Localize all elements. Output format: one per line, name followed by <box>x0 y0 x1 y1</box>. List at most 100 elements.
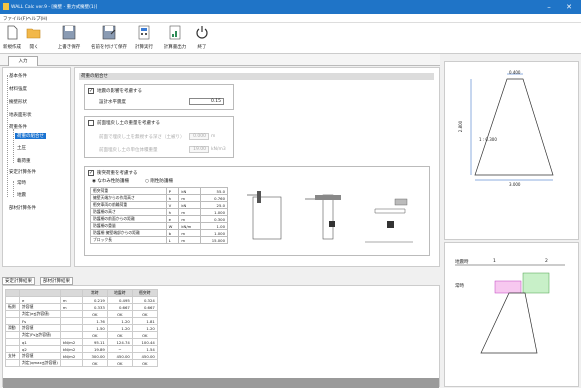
param-value-cell[interactable]: 0.300 <box>200 215 228 223</box>
param-value-cell[interactable]: 55.0 <box>200 187 228 195</box>
tab-input[interactable]: 入力 <box>8 56 38 66</box>
results-cell: OK <box>81 310 108 318</box>
close-button[interactable]: ✕ <box>561 2 577 12</box>
save-button[interactable]: 上書き保存 <box>57 25 81 52</box>
results-cell: 1.20 <box>106 324 133 332</box>
front-depth-input[interactable]: 0.000 <box>189 133 209 140</box>
exit-button[interactable]: 終了 <box>193 25 211 52</box>
radio-rigid-label: 剛性防護柵 <box>150 179 173 184</box>
results-cell: OK <box>131 331 158 339</box>
front-weight-label: 前面埋戻し土の単位体積重量 <box>99 148 158 153</box>
results-cell: m <box>59 303 83 311</box>
results-cell: 0.333 <box>81 303 108 311</box>
param-value-cell[interactable]: 25.0 <box>200 201 228 209</box>
param-row: 防護柵の前面からの距離 e m 0.300 <box>90 215 228 223</box>
results-row: Fs 1.76 1.20 1.81 <box>5 317 158 325</box>
results-row: 判定(e≦許容値) OK OK OK <box>5 310 158 318</box>
param-row: 防護柵 擁壁端部からの距離 b m 1.000 <box>90 229 228 237</box>
run-calc-label: 計算実行 <box>135 45 153 50</box>
param-value-cell[interactable]: 1.000 <box>200 208 228 216</box>
menu-help[interactable]: ヘルプ(H) <box>27 16 47 22</box>
results-panel: 常時 地震時 衝突時 e m 0.219 0.495 0.324 転倒 許容値 m 0.333 0… <box>2 285 440 388</box>
tree-item-earth-pressure[interactable]: 土圧 <box>17 145 26 151</box>
front-weight-input[interactable]: 19.00 <box>189 146 209 153</box>
kh-input[interactable]: 0.15 <box>189 98 224 105</box>
report-icon <box>169 25 181 40</box>
collision-checkbox[interactable]: ✓ <box>88 170 94 176</box>
results-cell: 許容値 <box>19 352 61 360</box>
radio-flexible[interactable]: ◉ なわみ性防護柵 <box>92 178 129 184</box>
new-button[interactable]: 新規作成 <box>2 25 22 52</box>
tree-item-seismic[interactable]: 地震 <box>17 192 26 198</box>
tab-stability-results[interactable]: 安定計算結果 <box>2 277 35 285</box>
quake-checkbox[interactable]: ✓ <box>88 88 94 94</box>
front-weight-unit: kN/m3 <box>211 147 226 152</box>
param-value-cell[interactable]: 1.000 <box>200 229 228 237</box>
results-cell: q2 <box>19 345 61 353</box>
load-diagram <box>455 264 565 354</box>
tab-member-results[interactable]: 部材計算結果 <box>40 277 73 285</box>
radio-flexible-label: なわみ性防護柵 <box>97 179 129 184</box>
results-cell: 1.20 <box>106 317 133 325</box>
param-cell: m <box>178 236 202 244</box>
save-icon <box>62 25 76 40</box>
barrier-diagram <box>247 191 413 243</box>
radio-rigid[interactable]: ○ 剛性防護柵 <box>145 178 173 184</box>
top-width-label: 0.400 <box>509 70 521 75</box>
param-cell: W <box>165 222 180 230</box>
run-calc-button[interactable]: 計算実行 <box>132 25 156 52</box>
param-cell: kN/m <box>178 222 202 230</box>
col-seismic: 地震時 <box>106 289 133 297</box>
report-button[interactable]: 計算書出力 <box>160 25 190 52</box>
menu-file[interactable]: ファイル(F) <box>3 16 27 22</box>
front-checkbox[interactable] <box>88 120 94 126</box>
results-cell <box>5 317 20 325</box>
param-cell: kN <box>178 187 202 195</box>
results-cell: 0.324 <box>131 296 158 304</box>
results-cell: 95.11 <box>81 338 108 346</box>
results-cell: 判定(Fs≧許容値) <box>19 331 61 339</box>
results-cell <box>5 296 20 304</box>
results-cell <box>5 359 20 367</box>
param-value-cell[interactable]: 15.000 <box>200 236 228 244</box>
open-button[interactable]: 開く <box>24 25 44 52</box>
results-cell: OK <box>106 331 133 339</box>
tree-item-load[interactable]: 荷重条件 <box>9 124 27 130</box>
results-row: 判定(qmax≦許容値) OK OK OK <box>5 359 158 367</box>
tree-item-stability[interactable]: 安定計算条件 <box>9 169 36 175</box>
tree-line <box>13 129 14 163</box>
results-cell: 判定(qmax≦許容値) <box>19 359 61 367</box>
save-button-label: 上書き保存 <box>57 45 81 50</box>
results-cell <box>59 317 83 325</box>
results-cell: e <box>19 296 61 304</box>
results-cell: OK <box>81 331 108 339</box>
tree-item-material[interactable]: 材料強度 <box>9 86 27 92</box>
minimize-button[interactable]: – <box>541 2 557 12</box>
tree-item-load-combination[interactable]: 荷重の組合せ <box>15 133 46 139</box>
param-row: 衝突荷重 PkN 55.0 <box>90 187 228 195</box>
results-row: 判定(Fs≧許容値) OK OK OK <box>5 331 158 339</box>
param-cell: kN <box>178 201 202 209</box>
tree-item-normal[interactable]: 常時 <box>17 180 26 186</box>
save-as-button[interactable]: 名前を付けて保存 <box>89 25 129 52</box>
param-cell: 衝突荷重 <box>90 187 167 195</box>
tree-item-member[interactable]: 部材計算条件 <box>9 205 36 211</box>
param-value-cell[interactable]: 0.760 <box>200 194 228 202</box>
wall-section-panel: 0.400 2.800 1 : 0.300 3.000 <box>444 61 579 240</box>
tree-item-wall-shape[interactable]: 擁壁形状 <box>9 99 27 105</box>
results-table: 常時 地震時 衝突時 e m 0.219 0.495 0.324 転倒 許容値 m 0.333 0… <box>5 289 158 367</box>
results-row: 転倒 許容値 m 0.333 0.667 0.667 <box>5 303 158 311</box>
window-title: WALL Calc ver.9 - [擁壁 - 重力式擁壁(1)] <box>11 5 98 10</box>
param-cell: 擁壁天端からの作用高さ <box>90 194 167 202</box>
tree-item-basic[interactable]: 基本条件 <box>9 73 27 79</box>
results-cell: 1.76 <box>81 317 108 325</box>
results-cell: 300.00 <box>81 352 108 360</box>
results-cell: kN/m2 <box>59 352 83 360</box>
tree-item-ground-shape[interactable]: 地表面形状 <box>9 112 32 118</box>
param-cell: h <box>165 208 180 216</box>
param-value-cell[interactable]: 1.00 <box>200 222 228 230</box>
results-row: q1 kN/m2 95.11 124.74 100.44 <box>5 338 158 346</box>
param-row: 防護柵の重量 WkN/m 1.00 <box>90 222 228 230</box>
results-cell: − <box>106 345 133 353</box>
tree-item-surcharge[interactable]: 載荷重 <box>17 158 31 164</box>
